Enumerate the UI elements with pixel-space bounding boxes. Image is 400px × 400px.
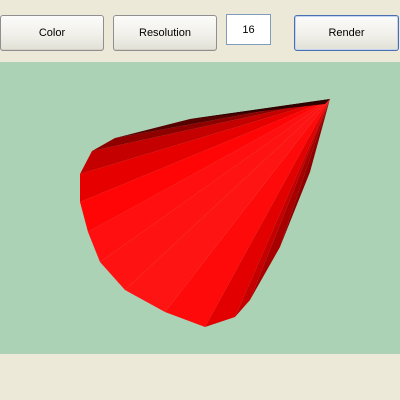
color-button[interactable]: Color [0, 15, 104, 51]
app-window: Color Resolution Render [0, 0, 400, 400]
resolution-input[interactable] [226, 14, 271, 45]
resolution-button[interactable]: Resolution [113, 15, 217, 51]
render-button[interactable]: Render [294, 15, 399, 51]
red-cone-shape [80, 99, 330, 327]
render-viewport[interactable] [0, 62, 400, 354]
cone-render [80, 99, 330, 327]
